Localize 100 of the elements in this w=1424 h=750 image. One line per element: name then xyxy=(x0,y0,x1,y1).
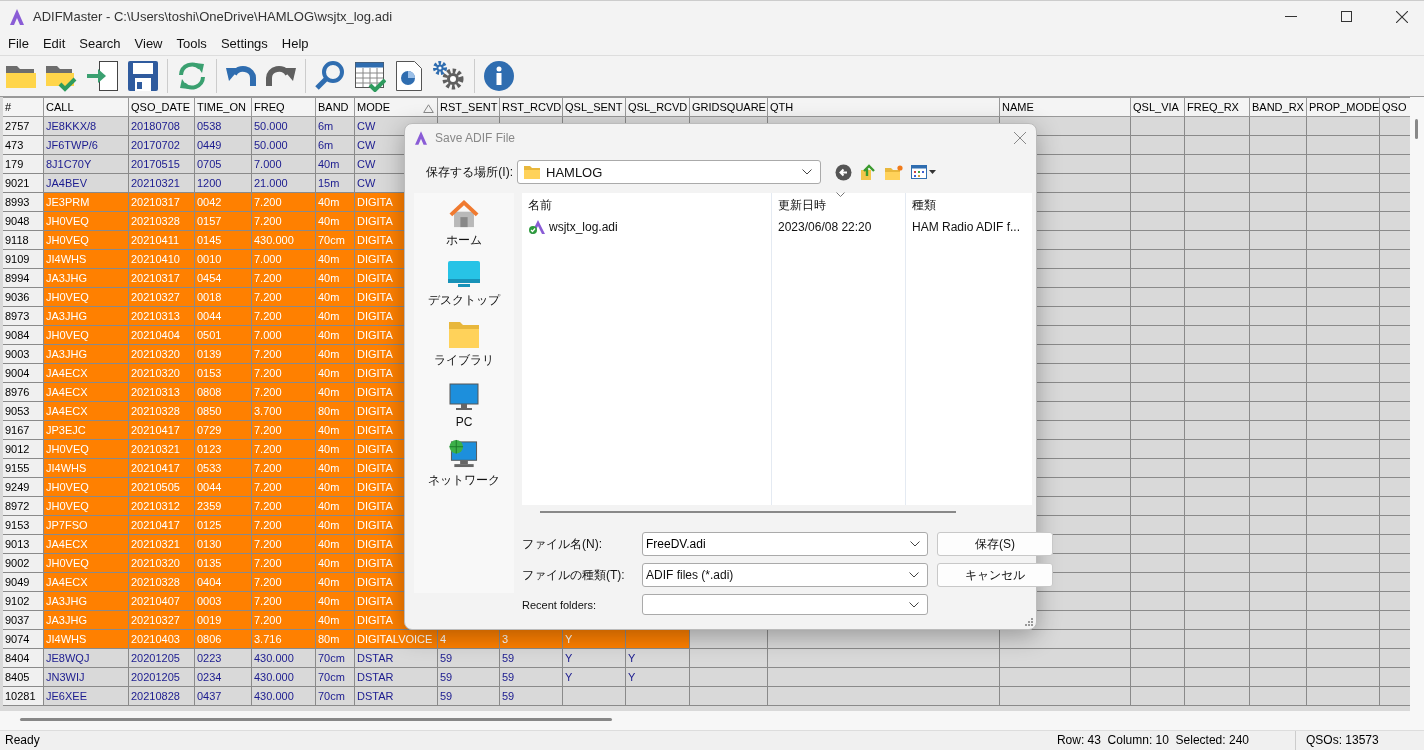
table-cell: 50.000 xyxy=(252,135,316,155)
table-cell: 20210404 xyxy=(129,325,195,345)
table-cell: 20210328 xyxy=(129,572,195,592)
table-cell: JF6TWP/6 xyxy=(44,135,129,155)
table-cell: 40m xyxy=(316,325,355,345)
field-label: ファイルの種類(T): xyxy=(522,566,626,584)
table-cell: JE6XEE xyxy=(44,686,129,706)
table-cell: JH0VEQ xyxy=(44,325,129,345)
table-cell: JA4ECX xyxy=(44,401,129,421)
table-cell: 50.000 xyxy=(252,116,316,136)
file-type: HAM Radio ADIF f... xyxy=(912,220,1021,234)
table-cell: 70cm xyxy=(316,686,355,706)
table-cell: JH0VEQ xyxy=(44,496,129,516)
table-cell: 6m xyxy=(316,116,355,136)
table-cell: 0223 xyxy=(195,648,252,668)
table-cell: 40m xyxy=(316,515,355,535)
table-cell: 40m xyxy=(316,154,355,174)
table-cell: 59 xyxy=(500,686,563,706)
table-cell: 20201205 xyxy=(129,648,195,668)
table-cell: Y xyxy=(563,667,626,687)
table-cell: JH0VEQ xyxy=(44,553,129,573)
table-cell: JP3EJC xyxy=(44,420,129,440)
table-cell: 0538 xyxy=(195,116,252,136)
table-cell: 0003 xyxy=(195,591,252,611)
table-cell: 40m xyxy=(316,382,355,402)
table-cell: 0437 xyxy=(195,686,252,706)
table-cell: JA4ECX xyxy=(44,572,129,592)
status-position: Row: 43 Column: 10 Selected: 240 xyxy=(1056,733,1250,748)
table-cell: 21.000 xyxy=(252,173,316,193)
table-cell: JH0VEQ xyxy=(44,211,129,231)
table-cell: 7.200 xyxy=(252,439,316,459)
table-cell: 0729 xyxy=(195,420,252,440)
table-cell: JH0VEQ xyxy=(44,287,129,307)
table-cell: JA4ECX xyxy=(44,382,129,402)
table-cell: 0806 xyxy=(195,629,252,649)
table-cell: 0705 xyxy=(195,154,252,174)
table-cell: 70cm xyxy=(316,230,355,250)
table-cell: 20210313 xyxy=(129,382,195,402)
table-cell: 0808 xyxy=(195,382,252,402)
table-cell: 20210417 xyxy=(129,458,195,478)
table-cell: 40m xyxy=(316,496,355,516)
table-cell: JE3PRM xyxy=(44,192,129,212)
table-cell: 20170702 xyxy=(129,135,195,155)
table-cell: JP7FSO xyxy=(44,515,129,535)
table-cell: 40m xyxy=(316,572,355,592)
table-cell: 20210321 xyxy=(129,173,195,193)
table-cell: 430.000 xyxy=(252,230,316,250)
table-cell: 20210417 xyxy=(129,515,195,535)
table-cell: 7.200 xyxy=(252,192,316,212)
table-cell: 20170515 xyxy=(129,154,195,174)
table-cell: 20210321 xyxy=(129,439,195,459)
table-cell: 7.200 xyxy=(252,363,316,383)
table-cell: JH0VEQ xyxy=(44,477,129,497)
table-cell: JA3JHG xyxy=(44,591,129,611)
table-cell: 0019 xyxy=(195,610,252,630)
table-cell: 7.200 xyxy=(252,515,316,535)
table-cell: 40m xyxy=(316,420,355,440)
table-cell: 70cm xyxy=(316,667,355,687)
table-cell: JN3WIJ xyxy=(44,667,129,687)
table-cell: 0145 xyxy=(195,230,252,250)
table-cell: 20210317 xyxy=(129,268,195,288)
table-cell: 40m xyxy=(316,610,355,630)
table-cell: 0501 xyxy=(195,325,252,345)
table-cell: 20180708 xyxy=(129,116,195,136)
table-cell: 0153 xyxy=(195,363,252,383)
table-cell: 3.716 xyxy=(252,629,316,649)
table-cell: 40m xyxy=(316,458,355,478)
table-cell: 20210327 xyxy=(129,610,195,630)
table-cell: JH0VEQ xyxy=(44,230,129,250)
table-cell: 20210411 xyxy=(129,230,195,250)
table-cell: 7.200 xyxy=(252,382,316,402)
table-cell: 40m xyxy=(316,268,355,288)
table-cell: JI4WHS xyxy=(44,458,129,478)
table-cell: 0533 xyxy=(195,458,252,478)
field-label: Recent folders: xyxy=(522,598,597,611)
table-cell: 430.000 xyxy=(252,648,316,668)
table-cell: 0454 xyxy=(195,268,252,288)
table-cell: 40m xyxy=(316,192,355,212)
table-cell: 20210828 xyxy=(129,686,195,706)
table-cell: 80m xyxy=(316,629,355,649)
table-cell: JA3JHG xyxy=(44,268,129,288)
table-cell: 7.200 xyxy=(252,610,316,630)
table-cell: 15m xyxy=(316,173,355,193)
table-cell: 0042 xyxy=(195,192,252,212)
table-cell: JI4WHS xyxy=(44,629,129,649)
table-cell: 40m xyxy=(316,344,355,364)
table-cell: 2359 xyxy=(195,496,252,516)
table-cell: 20210328 xyxy=(129,401,195,421)
table-cell: 40m xyxy=(316,287,355,307)
status-count: QSOs: 13573 xyxy=(1295,731,1424,750)
table-cell: 7.200 xyxy=(252,268,316,288)
table-cell: JA4BEV xyxy=(44,173,129,193)
table-cell: 59 xyxy=(500,648,563,668)
table-cell: 0125 xyxy=(195,515,252,535)
table-cell: 7.200 xyxy=(252,211,316,231)
table-cell: 70cm xyxy=(316,648,355,668)
table-cell: 40m xyxy=(316,534,355,554)
table-cell: 20210417 xyxy=(129,420,195,440)
table-cell: 7.200 xyxy=(252,591,316,611)
table-cell: 7.000 xyxy=(252,154,316,174)
